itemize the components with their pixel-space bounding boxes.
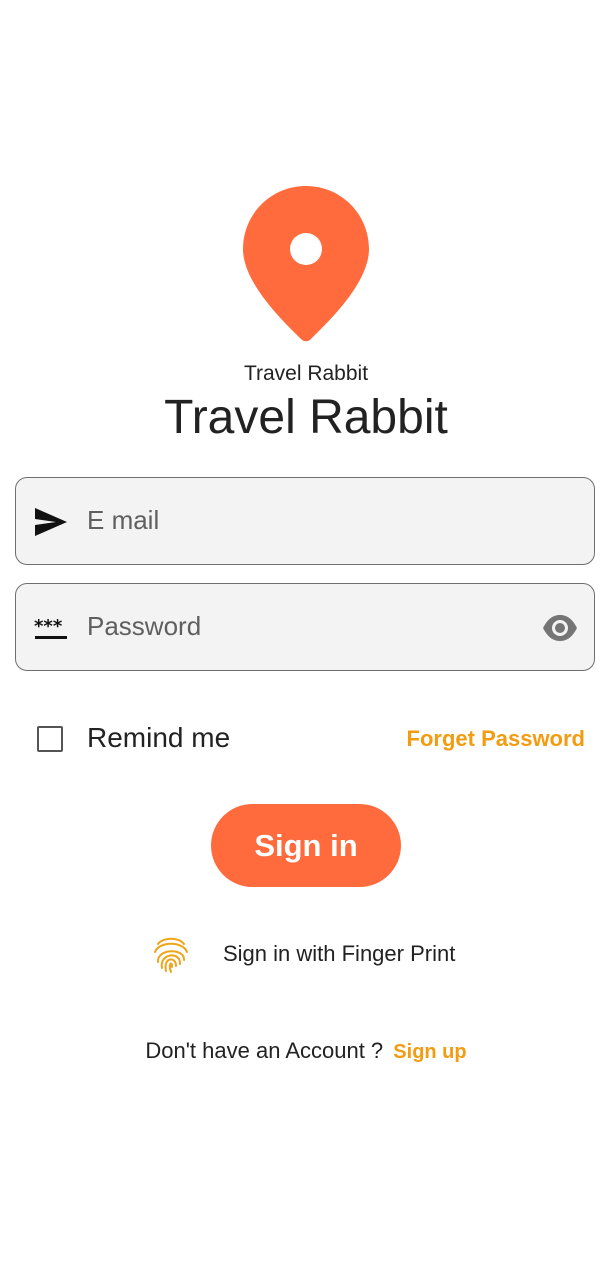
remind-me-label[interactable]: Remind me: [87, 722, 230, 754]
fingerprint-sign-in-label[interactable]: Sign in with Finger Print: [223, 941, 455, 967]
no-account-text: Don't have an Account ?: [145, 1038, 384, 1063]
email-field[interactable]: E mail: [15, 477, 595, 565]
remind-me-checkbox[interactable]: [37, 726, 63, 752]
app-subtitle: Travel Rabbit: [243, 362, 369, 385]
app-title: Travel Rabbit: [164, 391, 448, 444]
sign-in-button[interactable]: Sign in: [211, 804, 401, 887]
email-placeholder: E mail: [87, 505, 160, 535]
sign-up-link[interactable]: Sign up: [393, 1041, 466, 1063]
password-placeholder: Password: [87, 611, 202, 641]
send-icon: [35, 508, 67, 536]
svg-text:***: ***: [34, 616, 63, 637]
eye-icon[interactable]: [542, 612, 578, 644]
signup-row: Don't have an Account ? Sign up: [0, 1038, 612, 1064]
fingerprint-icon[interactable]: [152, 934, 190, 974]
password-field[interactable]: *** Password: [15, 583, 595, 671]
password-dots-icon: ***: [34, 616, 67, 639]
login-screen: Travel Rabbit Travel Rabbit E mail *** P…: [0, 0, 612, 1280]
map-pin-icon: [243, 186, 369, 342]
forget-password-link[interactable]: Forget Password: [407, 726, 585, 752]
